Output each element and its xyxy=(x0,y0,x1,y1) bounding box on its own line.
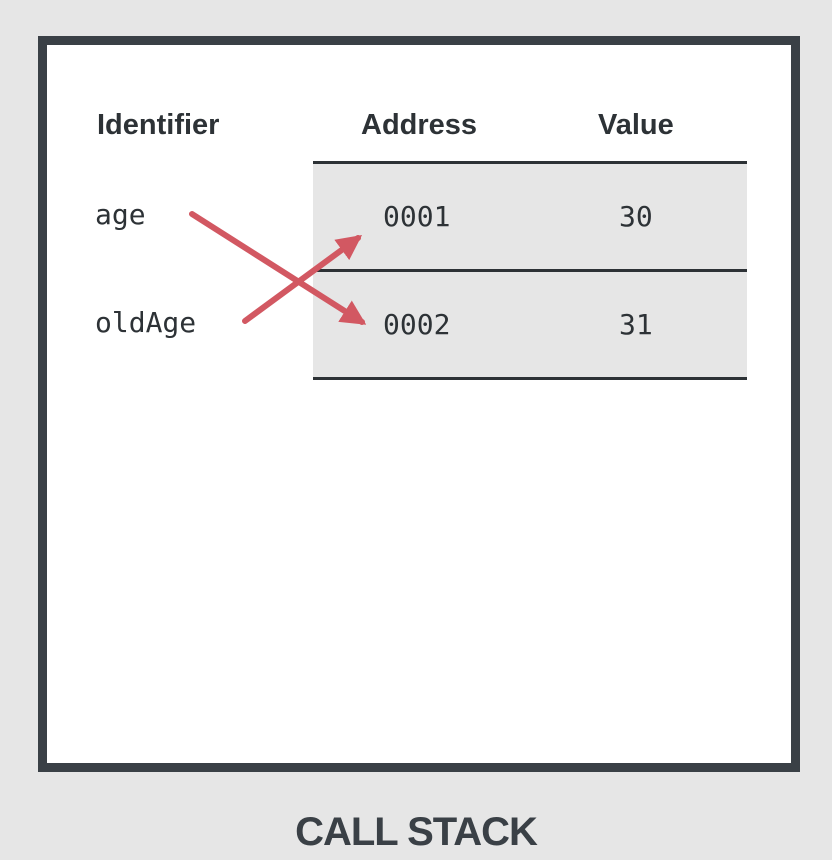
pointer-arrows xyxy=(189,211,367,325)
arrow-age-to-0002 xyxy=(189,211,367,325)
call-stack-title: CALL STACK xyxy=(295,810,538,854)
